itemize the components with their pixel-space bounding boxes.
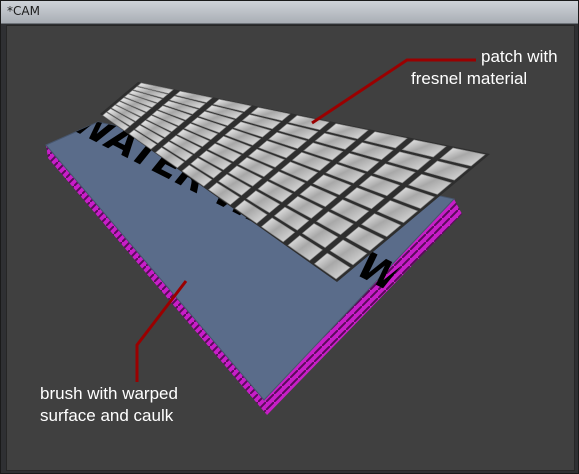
patch-annotation-line1: patch with bbox=[481, 47, 558, 66]
brush-annotation: brush with warped surface and caulk bbox=[40, 383, 178, 427]
brush-annotation-line1: brush with warped bbox=[40, 384, 178, 403]
camera-viewport[interactable]: WATER WATER WATE patch with fresnel mate… bbox=[6, 25, 575, 471]
patch-annotation: patch with fresnel material bbox=[411, 46, 558, 90]
patch-annotation-line2: fresnel material bbox=[411, 69, 528, 88]
title-bar[interactable]: *CAM bbox=[1, 1, 578, 24]
brush-annotation-line2: surface and caulk bbox=[40, 406, 174, 425]
camera-window: *CAM WATER WATE patch with fresnel mater… bbox=[0, 0, 579, 474]
window-title: *CAM bbox=[7, 4, 40, 18]
